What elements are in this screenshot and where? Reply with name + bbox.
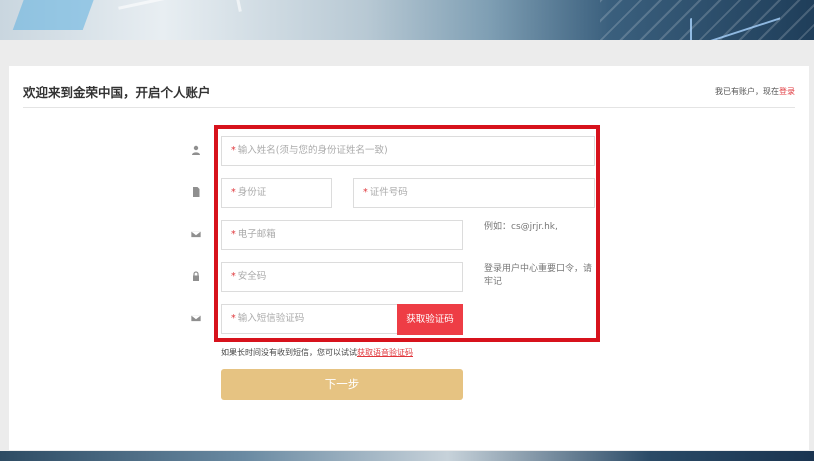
next-step-button[interactable]: 下一步 xyxy=(221,369,463,400)
login-link[interactable]: 登录 xyxy=(779,87,795,96)
user-icon xyxy=(190,144,202,156)
security-code-input[interactable]: * 安全码 xyxy=(221,262,463,292)
login-hint-text: 我已有账户，现在 xyxy=(715,87,779,96)
page-title: 欢迎来到金荣中国，开启个人账户 xyxy=(23,85,211,100)
email-input[interactable]: * 电子邮箱 xyxy=(221,220,463,250)
security-hint: 登录用户中心重要口令，请牢记 xyxy=(484,264,593,287)
voice-code-note: 如果长时间没有收到短信，您可以试试获取语音验证码 xyxy=(221,347,413,358)
envelope-icon xyxy=(190,312,202,324)
sms-code-placeholder: 输入短信验证码 xyxy=(237,313,305,324)
login-hint: 我已有账户，现在登录 xyxy=(715,86,795,97)
get-sms-code-button[interactable]: 获取验证码 xyxy=(397,304,463,335)
name-input[interactable]: * 输入姓名(须与您的身份证姓名一致) xyxy=(221,136,595,166)
email-hint: 例如：cs@jrjr.hk, xyxy=(484,222,558,232)
required-mark: * xyxy=(231,145,236,156)
sms-code-input[interactable]: * 输入短信验证码 xyxy=(221,304,398,334)
required-mark: * xyxy=(231,271,236,282)
name-placeholder: 输入姓名(须与您的身份证姓名一致) xyxy=(237,145,388,156)
id-type-select[interactable]: * 身份证 xyxy=(221,178,332,208)
required-mark: * xyxy=(231,229,236,240)
id-number-input[interactable]: * 证件号码 xyxy=(353,178,595,208)
voice-code-note-text: 如果长时间没有收到短信，您可以试试 xyxy=(221,348,357,357)
id-type-placeholder: 身份证 xyxy=(237,187,267,198)
lock-icon xyxy=(190,270,202,282)
panel-header: 欢迎来到金荣中国，开启个人账户 我已有账户，现在登录 xyxy=(23,80,795,108)
document-icon xyxy=(190,186,202,198)
envelope-icon xyxy=(190,228,202,240)
required-mark: * xyxy=(363,187,368,198)
email-placeholder: 电子邮箱 xyxy=(237,229,276,240)
top-banner-image xyxy=(0,0,814,40)
security-code-placeholder: 安全码 xyxy=(237,271,267,282)
id-number-placeholder: 证件号码 xyxy=(369,187,408,198)
required-mark: * xyxy=(231,313,236,324)
voice-code-link[interactable]: 获取语音验证码 xyxy=(357,348,413,357)
bottom-banner-image xyxy=(0,451,814,461)
required-mark: * xyxy=(231,187,236,198)
